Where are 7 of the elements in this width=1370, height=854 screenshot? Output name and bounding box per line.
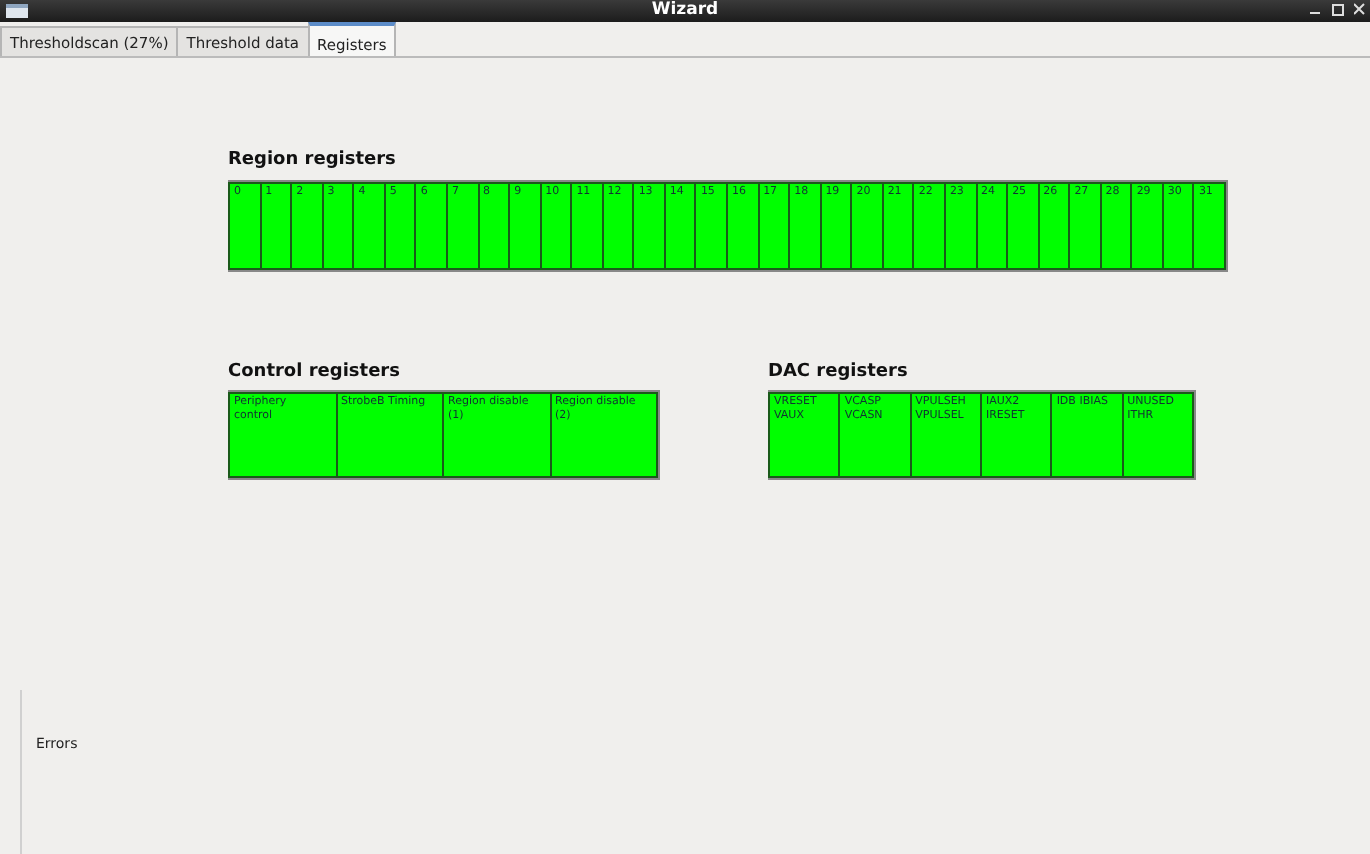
section-heading: DAC registers [768,359,910,385]
section-heading: Control registers [228,359,402,385]
maximize-icon[interactable] [1332,0,1344,18]
section-heading: Region registers [228,148,398,174]
close-icon[interactable] [1354,0,1366,18]
app-icon [6,4,28,18]
window-title: Wizard [651,0,719,22]
